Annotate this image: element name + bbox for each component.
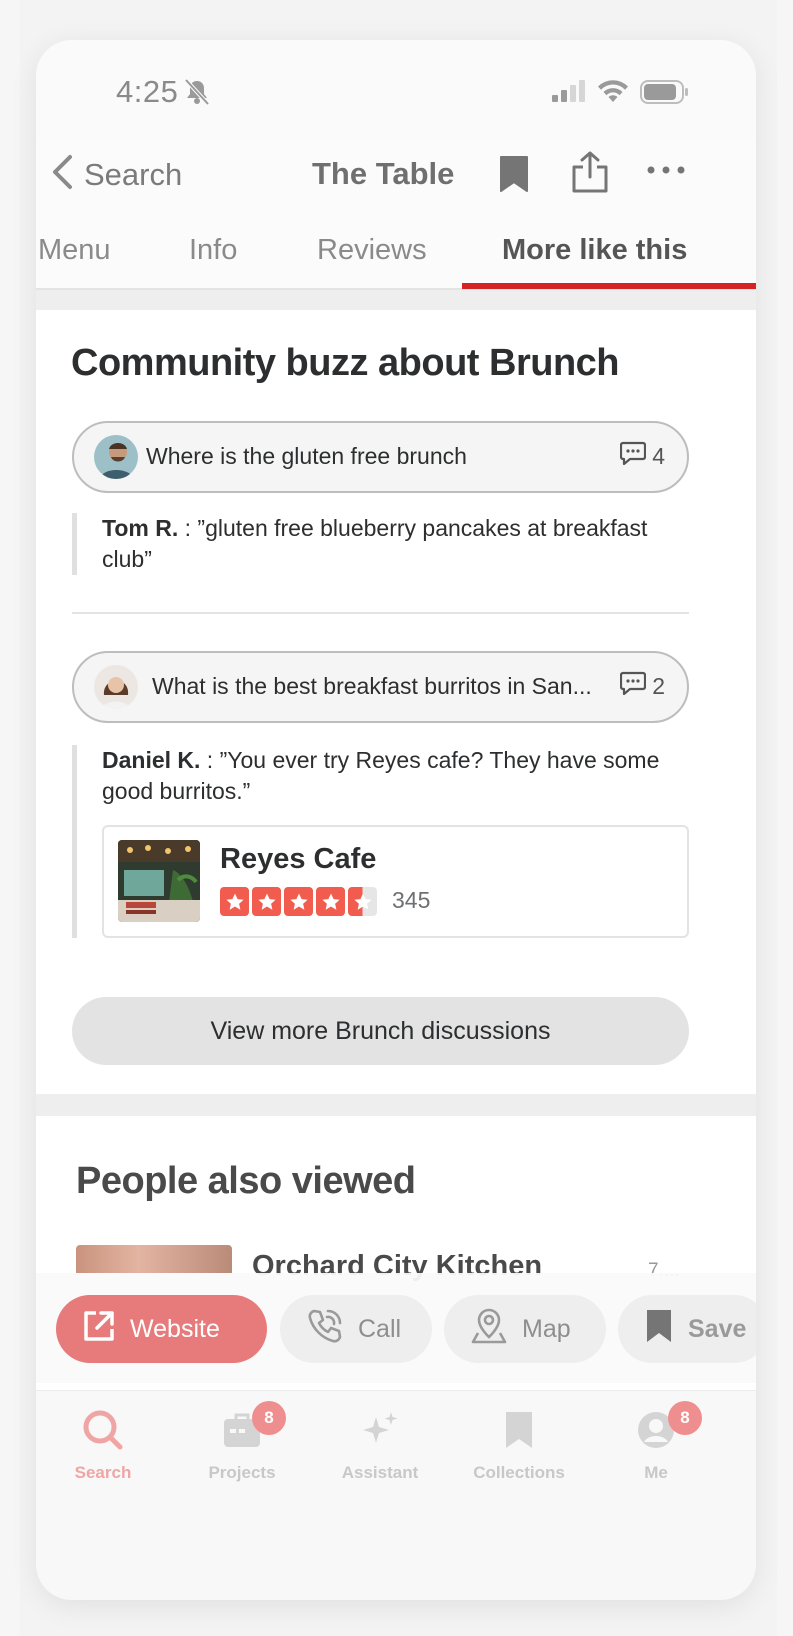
star-icon (316, 887, 345, 916)
thread-reply-count: 2 (620, 671, 665, 701)
community-heading: Community buzz about Brunch (71, 342, 620, 384)
thread-top-reply: Tom R. : ”gluten free blueberry pancakes… (72, 513, 689, 575)
tab-more-like-this[interactable]: More like this (502, 234, 687, 267)
tab-projects[interactable]: Projects 8 (182, 1401, 302, 1483)
share-icon[interactable] (570, 150, 610, 199)
avatar (94, 665, 138, 709)
reply-count-value: 4 (652, 442, 665, 469)
top-nav: Search The Table (36, 140, 756, 218)
bell-muted-icon (184, 78, 210, 111)
map-button[interactable]: Map (444, 1295, 606, 1363)
save-label: Save (688, 1314, 747, 1343)
cell-signal-icon (552, 80, 588, 107)
detail-tabs: Menu Info Reviews More like this (36, 218, 756, 290)
status-time: 4:25 (116, 74, 179, 109)
back-button[interactable]: Search (50, 154, 182, 195)
action-bar: Website Call Map Save (36, 1273, 756, 1383)
comment-icon (620, 671, 647, 701)
save-button[interactable]: Save (618, 1295, 756, 1363)
view-more-discussions-button[interactable]: View more Brunch discussions (72, 997, 689, 1065)
notification-badge: 8 (252, 1401, 286, 1435)
section-divider (36, 290, 756, 310)
thread-question-text: Where is the gluten free brunch (146, 443, 467, 469)
bookmark-icon (644, 1308, 674, 1351)
star-rating (220, 887, 377, 916)
phone-icon (306, 1307, 344, 1352)
people-also-viewed-heading: People also viewed (76, 1160, 416, 1202)
call-label: Call (358, 1314, 402, 1343)
section-divider (36, 1094, 756, 1116)
star-icon (252, 887, 281, 916)
business-card[interactable]: Reyes Cafe 345 (102, 825, 689, 938)
map-pin-icon (470, 1307, 508, 1352)
review-count: 345 (392, 887, 431, 913)
website-button[interactable]: Website (56, 1295, 267, 1363)
thread-question-pill[interactable]: Where is the gluten free brunch 4 (72, 421, 689, 493)
website-label: Website (130, 1314, 220, 1343)
more-options-icon[interactable] (646, 162, 686, 180)
star-icon (284, 887, 313, 916)
bookmark-icon[interactable] (498, 154, 530, 199)
chevron-left-icon (50, 154, 74, 195)
tab-label: Search (74, 1463, 132, 1482)
half-star-icon (348, 887, 377, 916)
thread-question-text: What is the best breakfast burritos in S… (152, 673, 592, 699)
status-bar: 4:25 (36, 40, 756, 140)
search-icon (43, 1407, 163, 1453)
reply-text: : ”gluten free blueberry pancakes at bre… (102, 515, 648, 572)
active-tab-indicator (462, 283, 756, 289)
tab-me[interactable]: Me 8 (596, 1401, 716, 1483)
tab-reviews[interactable]: Reviews (317, 234, 427, 267)
map-label: Map (522, 1314, 571, 1343)
reply-author: Daniel K. (102, 747, 201, 773)
business-photo (118, 840, 200, 922)
tab-label: Projects (208, 1463, 276, 1482)
phone-screen: 4:25 Search The Table Menu Info Reviews … (36, 40, 756, 1600)
avatar (94, 435, 138, 479)
reply-count-value: 2 (652, 672, 665, 699)
comment-icon (620, 441, 647, 471)
bottom-tab-bar: Search Projects 8 Assistant Collections (36, 1390, 756, 1600)
tab-label: Assistant (341, 1463, 419, 1482)
tab-collections[interactable]: Collections (459, 1407, 579, 1483)
page-title: The Table (312, 156, 455, 191)
business-photo[interactable] (76, 1245, 232, 1273)
bookmark-icon (459, 1407, 579, 1453)
thread-question-pill[interactable]: What is the best breakfast burritos in S… (72, 651, 689, 723)
notification-badge: 8 (668, 1401, 702, 1435)
tab-info[interactable]: Info (189, 234, 237, 267)
reply-author: Tom R. (102, 515, 179, 541)
thread-reply-count: 4 (620, 441, 665, 471)
sparkle-icon (320, 1407, 440, 1453)
tab-label: Collections (473, 1463, 565, 1482)
tab-label: Me (644, 1463, 668, 1482)
star-icon (220, 887, 249, 916)
battery-icon (640, 80, 690, 109)
thread-divider (72, 612, 689, 614)
external-link-icon (82, 1309, 116, 1350)
business-name: Reyes Cafe (220, 843, 377, 875)
tab-search[interactable]: Search (43, 1407, 163, 1483)
back-label: Search (84, 156, 183, 192)
call-button[interactable]: Call (280, 1295, 432, 1363)
tab-menu[interactable]: Menu (38, 234, 111, 267)
tab-assistant[interactable]: Assistant (320, 1407, 440, 1483)
wifi-icon (596, 78, 630, 109)
